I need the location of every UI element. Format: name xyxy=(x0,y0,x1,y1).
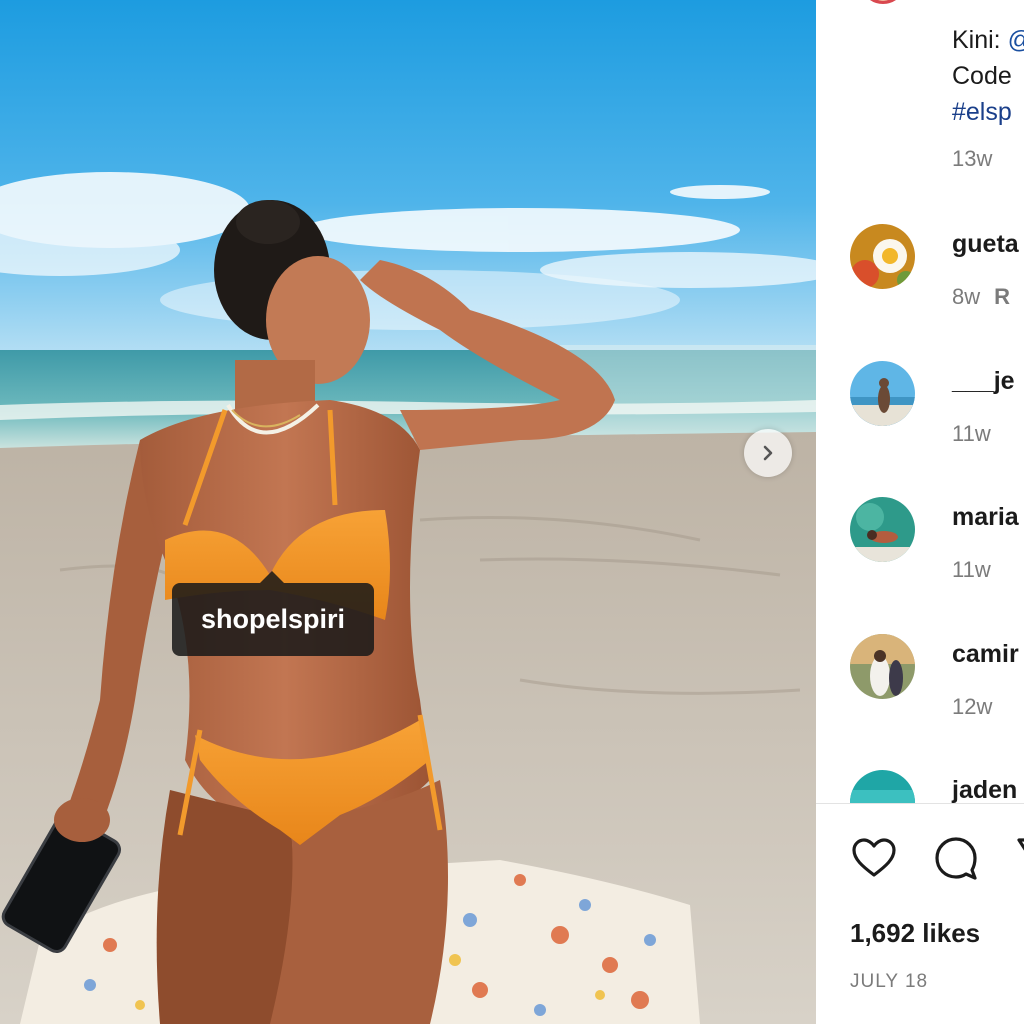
commenter-username[interactable]: camir xyxy=(952,640,1019,669)
comment-item: maria 11w xyxy=(850,497,1024,597)
reply-link[interactable]: R xyxy=(994,284,1010,309)
likes-count[interactable]: 1,692 likes xyxy=(850,918,980,949)
comment-icon xyxy=(935,837,977,880)
comment-meta: 11w xyxy=(952,421,991,447)
commenter-username[interactable]: ___je xyxy=(952,367,1015,396)
commenter-avatar[interactable] xyxy=(850,770,915,803)
heart-icon xyxy=(852,838,896,877)
comment-meta: 12w xyxy=(952,694,992,720)
post-photo: shopelspiri xyxy=(0,0,816,1024)
commenter-avatar[interactable] xyxy=(850,224,915,289)
comment-time: 11w xyxy=(952,557,991,582)
next-photo-button[interactable] xyxy=(744,429,792,477)
comment-button[interactable] xyxy=(932,834,980,882)
caption-line1-text: Kini: xyxy=(952,26,1008,54)
share-icon xyxy=(1017,838,1024,851)
caption-hashtag-link[interactable]: #elsp xyxy=(952,94,1024,130)
post-date: JULY 18 xyxy=(850,971,929,992)
commenter-username[interactable]: gueta xyxy=(952,230,1019,259)
actions-divider xyxy=(816,803,1024,804)
caption-timestamp: 13w xyxy=(952,146,993,171)
commenter-username[interactable]: maria xyxy=(952,503,1019,532)
comment-time: 12w xyxy=(952,694,993,719)
comment-item: camir 12w xyxy=(850,634,1024,734)
commenter-avatar[interactable] xyxy=(850,634,915,699)
chevron-right-icon xyxy=(763,445,773,461)
comment-meta: 11w xyxy=(952,557,991,583)
product-tag[interactable]: shopelspiri xyxy=(172,571,374,656)
share-button[interactable] xyxy=(1014,834,1024,882)
post-caption: Kini: @ Code #elsp xyxy=(952,22,1024,130)
commenter-username[interactable]: jaden xyxy=(952,776,1017,803)
comment-meta: 8w R xyxy=(952,284,1010,310)
like-button[interactable] xyxy=(850,834,898,882)
comment-time: 8w xyxy=(952,284,981,309)
comment-item: jaden xyxy=(850,770,1024,803)
caption-line2-text: Code xyxy=(952,62,1012,90)
commenter-avatar[interactable] xyxy=(850,497,915,562)
caption-mention-link[interactable]: @ xyxy=(1008,26,1024,54)
commenter-avatar[interactable] xyxy=(850,361,915,426)
comment-item: ___je 11w xyxy=(850,361,1024,461)
comment-item: gueta 8w R xyxy=(850,224,1024,324)
beach-photo-image xyxy=(0,0,816,1024)
comment-time: 11w xyxy=(952,421,991,446)
